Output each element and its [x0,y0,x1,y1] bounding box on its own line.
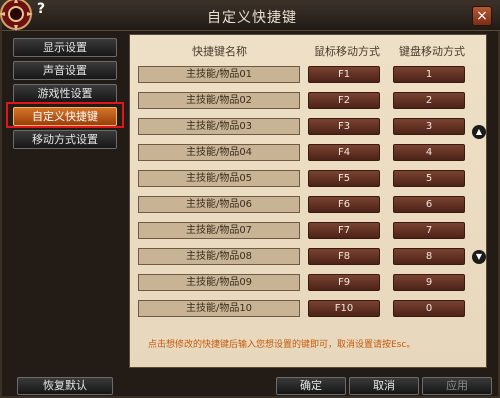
mouse-key-button[interactable]: F10 [308,300,380,317]
keyboard-key-button[interactable]: 4 [393,144,465,161]
table-row: 主技能/物品03 F3 3 [130,118,486,135]
shortcut-table-panel: 快捷键名称 鼠标移动方式 键盘移动方式 主技能/物品01 F1 1 主技能/物品… [129,34,487,368]
shortcut-name: 主技能/物品01 [138,66,300,83]
shortcut-name: 主技能/物品04 [138,144,300,161]
shortcut-name: 主技能/物品07 [138,222,300,239]
keyboard-key-button[interactable]: 5 [393,170,465,187]
mouse-key-button[interactable]: F6 [308,196,380,213]
table-row: 主技能/物品10 F10 0 [130,300,486,317]
mouse-key-button[interactable]: F1 [308,66,380,83]
scroll-up-icon[interactable]: ▲ [472,125,486,139]
active-item-highlight [6,102,124,128]
hint-text: 点击想修改的快捷键后输入您想设置的键即可，取消设置请按Esc。 [148,340,416,350]
keyboard-key-button[interactable]: 2 [393,92,465,109]
keyboard-key-button[interactable]: 9 [393,274,465,291]
header-shortcut-name: 快捷键名称 [192,45,247,58]
keyboard-key-button[interactable]: 8 [393,248,465,265]
table-row: 主技能/物品04 F4 4 [130,144,486,161]
keyboard-key-button[interactable]: 0 [393,300,465,317]
mouse-key-button[interactable]: F2 [308,92,380,109]
mouse-key-button[interactable]: F9 [308,274,380,291]
shortcut-name: 主技能/物品06 [138,196,300,213]
table-row: 主技能/物品09 F9 9 [130,274,486,291]
shortcut-name: 主技能/物品09 [138,274,300,291]
shortcut-name: 主技能/物品08 [138,248,300,265]
sidebar-item-display-settings[interactable]: 显示设置 [13,38,117,57]
shortcut-name: 主技能/物品05 [138,170,300,187]
cancel-button[interactable]: 取消 [349,377,419,395]
window-title: 自定义快捷键 [207,10,297,26]
mouse-key-button[interactable]: F7 [308,222,380,239]
keyboard-key-button[interactable]: 6 [393,196,465,213]
mouse-key-button[interactable]: F4 [308,144,380,161]
mouse-key-button[interactable]: F8 [308,248,380,265]
header-mouse-mode: 鼠标移动方式 [314,45,380,58]
sidebar-item-movement-settings[interactable]: 移动方式设置 [13,130,117,149]
table-row: 主技能/物品06 F6 6 [130,196,486,213]
confirm-button[interactable]: 确定 [276,377,346,395]
mouse-key-button[interactable]: F5 [308,170,380,187]
keyboard-key-button[interactable]: 1 [393,66,465,83]
header-keyboard-mode: 键盘移动方式 [399,45,465,58]
keyboard-key-button[interactable]: 7 [393,222,465,239]
shortcut-settings-window: ? 自定义快捷键 × 显示设置 声音设置 游戏性设置 自定义快捷键 移动方式设置… [0,0,500,398]
scroll-down-icon[interactable]: ▼ [472,250,486,264]
mouse-key-button[interactable]: F3 [308,118,380,135]
restore-default-button[interactable]: 恢复默认 [17,377,113,395]
shortcut-name: 主技能/物品03 [138,118,300,135]
table-row: 主技能/物品01 F1 1 [130,66,486,83]
sidebar-item-gameplay-settings[interactable]: 游戏性设置 [13,84,117,103]
table-row: 主技能/物品02 F2 2 [130,92,486,109]
keyboard-key-button[interactable]: 3 [393,118,465,135]
close-icon[interactable]: × [472,6,492,26]
table-row: 主技能/物品05 F5 5 [130,170,486,187]
table-row: 主技能/物品07 F7 7 [130,222,486,239]
sidebar-item-sound-settings[interactable]: 声音设置 [13,61,117,80]
title-bar: ? 自定义快捷键 × [0,0,500,31]
shortcut-name: 主技能/物品02 [138,92,300,109]
shortcut-name: 主技能/物品10 [138,300,300,317]
apply-button[interactable]: 应用 [422,377,492,395]
table-row: 主技能/物品08 F8 8 [130,248,486,265]
